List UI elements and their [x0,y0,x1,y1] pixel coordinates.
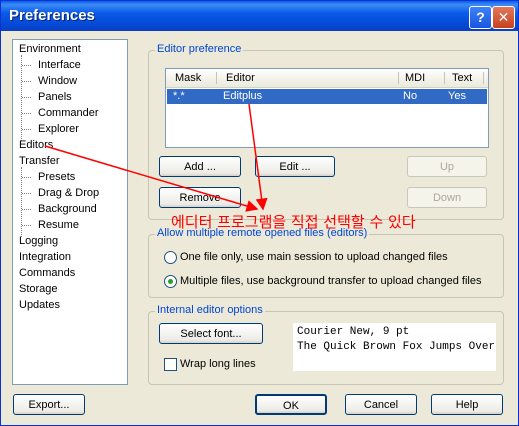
arrow-from-editplus [248,103,268,211]
arrow-from-editors [44,145,259,212]
preferences-window: Preferences ? ✕ Environment Interface Wi… [0,0,519,426]
annotation-text: 에디터 프로그램을 직접 선택할 수 있다 [171,213,416,231]
